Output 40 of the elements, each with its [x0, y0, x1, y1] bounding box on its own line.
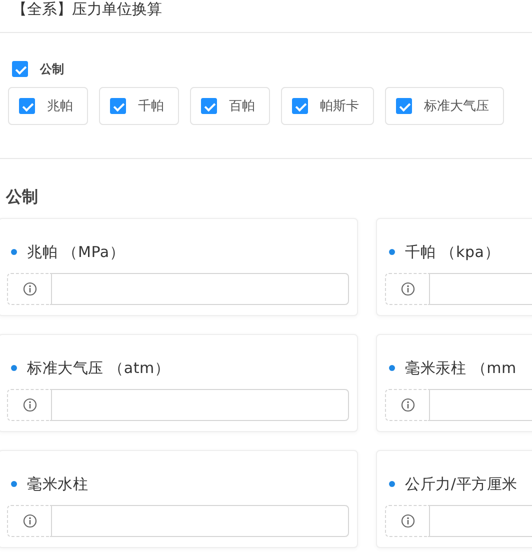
unit-label: 公斤力/平方厘米 — [405, 474, 518, 494]
unit-filter-chip[interactable]: 帕斯卡 — [281, 87, 374, 125]
checkbox[interactable] — [396, 98, 412, 114]
bullet-icon — [11, 481, 17, 487]
unit-label: 毫米汞柱 （mm — [405, 358, 516, 378]
section-heading: 公制 — [6, 187, 39, 207]
info-icon — [22, 398, 36, 412]
info-icon — [22, 514, 36, 528]
chip-label: 标准大气压 — [424, 98, 489, 115]
info-icon — [400, 398, 414, 412]
page-title: 【全系】压力单位换算 — [12, 0, 163, 18]
value-input[interactable] — [51, 273, 349, 305]
unit-filter-chip[interactable]: 千帕 — [99, 87, 179, 125]
unit-label: 毫米水柱 — [27, 474, 88, 494]
info-icon — [22, 282, 36, 296]
unit-label: 千帕 （kpa） — [405, 242, 500, 262]
unit-label: 兆帕 （MPa） — [27, 242, 125, 262]
unit-filter-chip[interactable]: 百帕 — [190, 87, 270, 125]
checkbox[interactable] — [19, 98, 35, 114]
chip-label: 帕斯卡 — [320, 98, 359, 115]
checkbox[interactable] — [201, 98, 217, 114]
unit-filter-chip[interactable]: 兆帕 — [8, 87, 88, 125]
bullet-icon — [389, 249, 395, 255]
value-input[interactable] — [51, 505, 349, 537]
checkbox[interactable] — [12, 61, 28, 77]
chip-label: 千帕 — [138, 98, 164, 115]
unit-filter-chip[interactable]: 标准大气压 — [385, 87, 504, 125]
info-icon — [400, 282, 414, 296]
checkbox[interactable] — [292, 98, 308, 114]
chip-label: 百帕 — [229, 98, 255, 115]
group-label: 公制 — [40, 60, 64, 78]
info-icon — [400, 514, 414, 528]
chip-label: 兆帕 — [47, 98, 73, 115]
value-input[interactable] — [51, 389, 349, 421]
bullet-icon — [389, 481, 395, 487]
checkbox[interactable] — [110, 98, 126, 114]
unit-label: 标准大气压 （atm） — [27, 358, 170, 378]
bullet-icon — [389, 365, 395, 371]
bullet-icon — [11, 249, 17, 255]
bullet-icon — [11, 365, 17, 371]
